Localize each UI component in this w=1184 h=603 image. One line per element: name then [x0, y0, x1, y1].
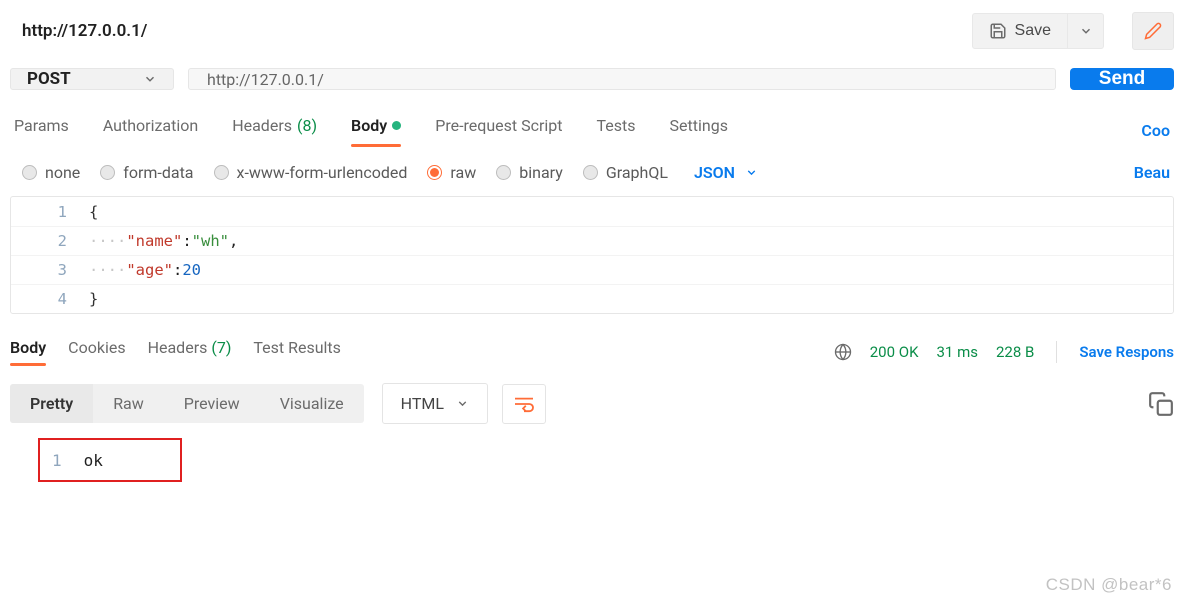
tab-body[interactable]: Body [351, 116, 401, 145]
code-line: 2 ····"name":"wh", [11, 226, 1173, 255]
line-number: 1 [58, 203, 67, 221]
response-status: 200 OK 31 ms 228 B Save Respons [834, 341, 1174, 363]
response-time: 31 ms [937, 343, 978, 361]
top-actions: Save [972, 12, 1174, 50]
http-method-value: POST [27, 69, 71, 89]
radio-icon [214, 165, 229, 180]
response-text: ok [84, 451, 103, 470]
radio-raw[interactable]: raw [427, 163, 476, 182]
save-response-link[interactable]: Save Respons [1079, 343, 1174, 361]
code-content: } [89, 290, 98, 308]
edit-button[interactable] [1132, 12, 1174, 50]
tab-prerequest[interactable]: Pre-request Script [435, 116, 562, 145]
watermark: CSDN @bear*6 [1046, 575, 1172, 595]
dot-indicator-icon [392, 121, 401, 130]
tab-title-bar: http://127.0.0.1/ Save [0, 0, 1184, 68]
request-tabs: Params Authorization Headers (8) Body Pr… [0, 108, 1184, 145]
view-tab-preview[interactable]: Preview [164, 384, 260, 423]
request-body-editor[interactable]: 1{2····"name":"wh",3····"age":204} [10, 196, 1174, 314]
code-content: ····"age":20 [89, 261, 201, 279]
response-size: 228 B [996, 343, 1034, 361]
http-method-select[interactable]: POST [10, 68, 174, 90]
tab-params[interactable]: Params [14, 116, 69, 145]
response-view-tabs: Pretty Raw Preview Visualize [10, 384, 364, 423]
url-input[interactable]: http://127.0.0.1/ [188, 68, 1056, 90]
view-tab-visualize[interactable]: Visualize [260, 384, 364, 423]
save-label: Save [1015, 22, 1051, 40]
request-row: POST http://127.0.0.1/ Send [0, 68, 1184, 108]
raw-format-value: JSON [694, 163, 735, 182]
response-tab-headers-label: Headers [148, 338, 208, 357]
beautify-link[interactable]: Beau [1134, 163, 1170, 182]
tab-authorization[interactable]: Authorization [103, 116, 198, 145]
chevron-down-icon [745, 166, 758, 179]
request-title: http://127.0.0.1/ [22, 21, 147, 41]
response-tab-cookies[interactable]: Cookies [68, 338, 125, 365]
chevron-down-icon [1079, 24, 1093, 38]
code-content: { [89, 203, 98, 221]
divider [1056, 341, 1057, 363]
status-code: 200 OK [870, 343, 919, 361]
code-line: 1{ [11, 197, 1173, 226]
response-body: 1 ok [38, 438, 1174, 482]
response-tab-headers[interactable]: Headers (7) [148, 338, 232, 365]
code-line: 4} [11, 284, 1173, 313]
response-toolbar: Pretty Raw Preview Visualize HTML [0, 373, 1184, 424]
pencil-icon [1144, 22, 1162, 40]
chevron-down-icon [143, 72, 157, 86]
view-tab-raw[interactable]: Raw [93, 384, 164, 423]
radio-formdata[interactable]: form-data [100, 163, 193, 182]
save-button[interactable]: Save [972, 13, 1068, 49]
radio-icon [22, 165, 37, 180]
response-tab-headers-count: (7) [211, 338, 231, 357]
tab-tests[interactable]: Tests [597, 116, 636, 145]
code-content: ····"name":"wh", [89, 232, 238, 250]
tab-headers[interactable]: Headers (8) [232, 116, 317, 145]
response-tab-body[interactable]: Body [10, 338, 46, 365]
tab-settings[interactable]: Settings [670, 116, 728, 145]
send-button[interactable]: Send [1070, 68, 1174, 90]
body-type-row: none form-data x-www-form-urlencoded raw… [0, 145, 1184, 196]
tab-body-label: Body [351, 116, 387, 135]
line-number: 4 [58, 290, 67, 308]
save-button-group: Save [972, 13, 1104, 49]
save-icon [989, 22, 1007, 40]
globe-icon[interactable] [834, 343, 852, 361]
response-tab-tests[interactable]: Test Results [253, 338, 341, 365]
line-number: 1 [52, 451, 62, 470]
wrap-lines-button[interactable] [502, 384, 546, 424]
radio-icon [100, 165, 115, 180]
cookies-link[interactable]: Coo [1141, 121, 1170, 140]
wrap-icon [513, 395, 535, 413]
copy-icon[interactable] [1148, 391, 1174, 417]
response-format-select[interactable]: HTML [382, 383, 488, 424]
view-tab-pretty[interactable]: Pretty [10, 384, 93, 423]
code-line: 3 ····"age":20 [11, 255, 1173, 284]
radio-urlencoded[interactable]: x-www-form-urlencoded [214, 163, 408, 182]
chevron-down-icon [456, 397, 469, 410]
response-format-value: HTML [401, 394, 444, 413]
radio-graphql[interactable]: GraphQL [583, 163, 668, 182]
line-number: 3 [58, 261, 67, 279]
response-tabs: Body Cookies Headers (7) Test Results 20… [0, 314, 1184, 373]
url-value: http://127.0.0.1/ [207, 70, 324, 89]
raw-format-select[interactable]: JSON [694, 163, 758, 182]
response-line: 1 ok [38, 438, 182, 482]
radio-icon [583, 165, 598, 180]
radio-icon [427, 165, 442, 180]
tab-headers-label: Headers [232, 116, 292, 135]
radio-icon [496, 165, 511, 180]
radio-binary[interactable]: binary [496, 163, 563, 182]
radio-none[interactable]: none [22, 163, 80, 182]
tab-headers-count: (8) [297, 116, 317, 135]
save-dropdown-button[interactable] [1068, 13, 1104, 49]
line-number: 2 [58, 232, 67, 250]
